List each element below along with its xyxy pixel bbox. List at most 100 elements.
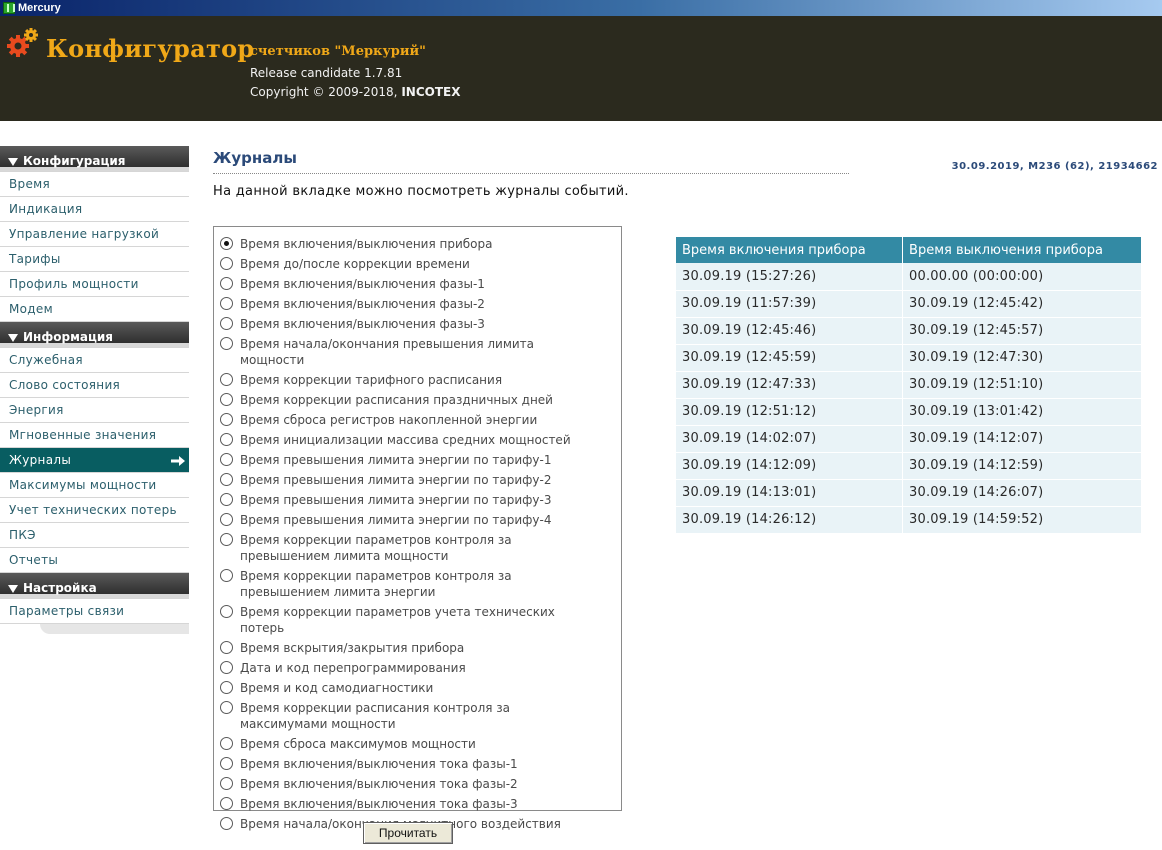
journal-option[interactable]: Время коррекции расписания праздничных д… xyxy=(214,392,621,408)
page-description: На данной вкладке можно посмотреть журна… xyxy=(213,184,629,199)
journal-radio[interactable] xyxy=(220,797,233,810)
journal-radio[interactable] xyxy=(220,373,233,386)
table-row: 30.09.19 (14:13:01) 30.09.19 (14:26:07) xyxy=(676,479,1142,507)
journal-option[interactable]: Время включения/выключения фазы-3 xyxy=(214,316,621,332)
app-subtitle: счетчиков "Меркурий" xyxy=(250,44,426,59)
journal-option[interactable]: Дата и код перепрограммирования xyxy=(214,660,621,676)
journal-radio[interactable] xyxy=(220,533,233,546)
journal-option-label: Время и код самодиагностики xyxy=(240,681,434,695)
journal-option[interactable]: Время включения/выключения фазы-1 xyxy=(214,276,621,292)
sidebar-item-connection-params[interactable]: Параметры связи xyxy=(0,598,189,624)
journal-radio[interactable] xyxy=(220,681,233,694)
journal-option[interactable]: Время включения/выключения тока фазы-2 xyxy=(214,776,621,792)
journal-option[interactable]: Время включения/выключения прибора xyxy=(214,236,621,252)
sidebar-item-modem[interactable]: Модем xyxy=(0,297,189,322)
journal-radio[interactable] xyxy=(220,237,233,250)
sidebar-item-tariffs[interactable]: Тарифы xyxy=(0,247,189,272)
journal-radio[interactable] xyxy=(220,337,233,350)
sidebar-footer xyxy=(40,624,189,634)
cell-power-off-time: 30.09.19 (12:45:42) xyxy=(902,290,1142,318)
sidebar-item-journals[interactable]: Журналы xyxy=(0,448,189,473)
journal-radio[interactable] xyxy=(220,493,233,506)
journal-option[interactable]: Время превышения лимита энергии по тариф… xyxy=(214,472,621,488)
sidebar-item-power-profile[interactable]: Профиль мощности xyxy=(0,272,189,297)
journal-option-label: Время начала/окончания превышения лимита… xyxy=(240,337,535,367)
sidebar-section-information[interactable]: Информация xyxy=(0,322,189,347)
journal-radio[interactable] xyxy=(220,513,233,526)
app-brand: Конфигуратор xyxy=(46,34,255,63)
table-row: 30.09.19 (15:27:26) 00.00.00 (00:00:00) xyxy=(676,263,1142,291)
journal-radio[interactable] xyxy=(220,413,233,426)
journal-option-label: Время до/после коррекции времени xyxy=(240,257,470,271)
journal-radio[interactable] xyxy=(220,257,233,270)
cell-power-on-time: 30.09.19 (11:57:39) xyxy=(676,290,904,318)
journal-option[interactable]: Время вскрытия/закрытия прибора xyxy=(214,640,621,656)
triangle-down-icon xyxy=(8,334,18,342)
journal-option[interactable]: Время и код самодиагностики xyxy=(214,680,621,696)
journal-radio[interactable] xyxy=(220,777,233,790)
journal-radio[interactable] xyxy=(220,569,233,582)
journal-radio[interactable] xyxy=(220,817,233,830)
journal-option[interactable]: Время превышения лимита энергии по тариф… xyxy=(214,452,621,468)
triangle-down-icon xyxy=(8,158,18,166)
sidebar-section-configuration[interactable]: Конфигурация xyxy=(0,146,189,171)
journal-option[interactable]: Время коррекции тарифного расписания xyxy=(214,372,621,388)
column-header-power-off: Время выключения прибора xyxy=(902,237,1142,263)
sidebar-item-instant-values[interactable]: Мгновенные значения xyxy=(0,423,189,448)
journal-radio[interactable] xyxy=(220,661,233,674)
sidebar-item-reports[interactable]: Отчеты xyxy=(0,548,189,573)
cell-power-on-time: 30.09.19 (15:27:26) xyxy=(676,263,904,291)
sidebar-item-power-maximums[interactable]: Максимумы мощности xyxy=(0,473,189,498)
journal-radio[interactable] xyxy=(220,605,233,618)
journal-option[interactable]: Время коррекции параметров контроля за п… xyxy=(214,568,621,600)
sidebar-section-settings[interactable]: Настройка xyxy=(0,573,189,598)
sidebar-item-load-control[interactable]: Управление нагрузкой xyxy=(0,222,189,247)
journal-option[interactable]: Время коррекции расписания контроля за м… xyxy=(214,700,621,732)
journal-option[interactable]: Время сброса максимумов мощности xyxy=(214,736,621,752)
sidebar-item-power-quality[interactable]: ПКЭ xyxy=(0,523,189,548)
journal-radio[interactable] xyxy=(220,473,233,486)
journal-radio[interactable] xyxy=(220,393,233,406)
cell-power-off-time: 00.00.00 (00:00:00) xyxy=(902,263,1142,291)
journal-option-label: Время коррекции расписания контроля за м… xyxy=(240,701,511,731)
window-title-bar[interactable]: Mercury xyxy=(0,0,1162,16)
journal-option[interactable]: Время до/после коррекции времени xyxy=(214,256,621,272)
journal-option[interactable]: Время включения/выключения тока фазы-3 xyxy=(214,796,621,812)
journal-radio[interactable] xyxy=(220,757,233,770)
sidebar-item-status-word[interactable]: Слово состояния xyxy=(0,373,189,398)
journal-option[interactable]: Время инициализации массива средних мощн… xyxy=(214,432,621,448)
journal-radio[interactable] xyxy=(220,641,233,654)
journal-radio[interactable] xyxy=(220,317,233,330)
journal-option[interactable]: Время превышения лимита энергии по тариф… xyxy=(214,512,621,528)
journal-option-label: Время сброса регистров накопленной энерг… xyxy=(240,413,538,427)
journal-option[interactable]: Время коррекции параметров учета техниче… xyxy=(214,604,621,636)
journal-option-label: Время включения/выключения фазы-1 xyxy=(240,277,485,291)
journal-option[interactable]: Время превышения лимита энергии по тариф… xyxy=(214,492,621,508)
table-row: 30.09.19 (12:47:33) 30.09.19 (12:51:10) xyxy=(676,371,1142,399)
cell-power-on-time: 30.09.19 (12:45:59) xyxy=(676,344,904,372)
journal-option-label: Время коррекции параметров учета техниче… xyxy=(240,605,555,635)
sidebar-item-indication[interactable]: Индикация xyxy=(0,197,189,222)
sidebar-item-energy[interactable]: Энергия xyxy=(0,398,189,423)
cell-power-off-time: 30.09.19 (13:01:42) xyxy=(902,398,1142,426)
journal-radio[interactable] xyxy=(220,433,233,446)
read-button[interactable]: Прочитать xyxy=(363,822,453,844)
journal-option[interactable]: Время сброса регистров накопленной энерг… xyxy=(214,412,621,428)
journal-radio[interactable] xyxy=(220,701,233,714)
journal-radio[interactable] xyxy=(220,737,233,750)
journal-option-label: Время превышения лимита энергии по тариф… xyxy=(240,513,552,527)
journal-radio[interactable] xyxy=(220,297,233,310)
journal-option-label: Время вскрытия/закрытия прибора xyxy=(240,641,465,655)
table-row: 30.09.19 (14:26:12) 30.09.19 (14:59:52) xyxy=(676,506,1142,534)
journal-radio[interactable] xyxy=(220,453,233,466)
journal-option[interactable]: Время коррекции параметров контроля за п… xyxy=(214,532,621,564)
sidebar-item-technical-losses[interactable]: Учет технических потерь xyxy=(0,498,189,523)
journal-option[interactable]: Время начала/окончания превышения лимита… xyxy=(214,336,621,368)
journal-option[interactable]: Время включения/выключения фазы-2 xyxy=(214,296,621,312)
sidebar-item-time[interactable]: Время xyxy=(0,171,189,197)
journal-radio[interactable] xyxy=(220,277,233,290)
journal-option-label: Время коррекции тарифного расписания xyxy=(240,373,503,387)
table-row: 30.09.19 (14:02:07) 30.09.19 (14:12:07) xyxy=(676,425,1142,453)
journal-option[interactable]: Время включения/выключения тока фазы-1 xyxy=(214,756,621,772)
sidebar-item-service[interactable]: Служебная xyxy=(0,347,189,373)
